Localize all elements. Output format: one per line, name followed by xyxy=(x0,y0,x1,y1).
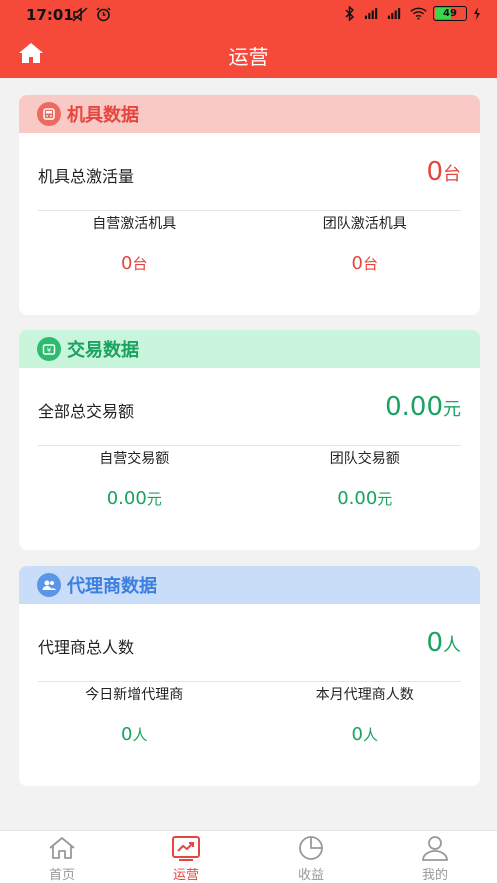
trade-total-row: 全部总交易额 0.00元 xyxy=(38,368,461,446)
signal-icon xyxy=(387,7,401,20)
home-icon xyxy=(49,837,75,859)
wallet-icon: ¥ xyxy=(37,337,61,361)
trend-chart-icon xyxy=(172,836,200,861)
bottom-tab-bar: 首页 运营 收益 我的 xyxy=(0,830,497,883)
tab-home[interactable]: 首页 xyxy=(0,831,124,883)
agent-total-label: 代理商总人数 xyxy=(38,638,135,657)
app-header: 运营 xyxy=(0,30,497,78)
tab-earnings[interactable]: 收益 xyxy=(249,831,373,883)
page-title: 运营 xyxy=(228,45,269,69)
status-bar: 17:01 49 xyxy=(0,0,497,30)
wifi-icon xyxy=(410,7,427,20)
self-activated-machines: 自营激活机具 0台 xyxy=(92,216,177,274)
tab-operations[interactable]: 运营 xyxy=(124,831,248,883)
alarm-icon xyxy=(96,7,111,22)
svg-text:¥: ¥ xyxy=(47,347,52,355)
today-new-agents: 今日新增代理商 0人 xyxy=(85,687,184,745)
tab-mine[interactable]: 我的 xyxy=(373,831,497,883)
status-time: 17:01 xyxy=(26,6,74,24)
trade-card-title: 交易数据 xyxy=(67,340,139,361)
machine-total-row: 机具总激活量 0台 xyxy=(38,133,461,211)
users-icon xyxy=(37,573,61,597)
signal-hd-icon xyxy=(364,7,378,20)
user-icon xyxy=(422,836,448,861)
pos-machine-icon xyxy=(37,102,61,126)
machine-total-label: 机具总激活量 xyxy=(38,167,135,186)
agent-data-card: 代理商数据 代理商总人数 0人 今日新增代理商 0人 本月代理商人数 0人 xyxy=(19,566,480,786)
machine-data-card: 机具数据 机具总激活量 0台 自营激活机具 0台 团队激活机具 0台 xyxy=(19,95,480,315)
agent-card-header: 代理商数据 xyxy=(19,566,480,604)
agent-card-title: 代理商数据 xyxy=(67,576,157,597)
team-activated-machines: 团队激活机具 0台 xyxy=(322,216,407,274)
self-trade-amount: 自营交易额 0.00元 xyxy=(99,451,170,509)
trade-card-header: ¥ 交易数据 xyxy=(19,330,480,368)
machine-total-value: 0台 xyxy=(426,157,461,187)
charging-icon xyxy=(474,7,480,20)
pie-chart-icon xyxy=(299,836,323,860)
trade-total-label: 全部总交易额 xyxy=(38,402,135,421)
machine-card-title: 机具数据 xyxy=(67,105,139,126)
machine-card-header: 机具数据 xyxy=(19,95,480,133)
mute-icon xyxy=(72,7,88,22)
month-agents-count: 本月代理商人数 0人 xyxy=(315,687,414,745)
agent-total-value: 0人 xyxy=(426,628,461,658)
bluetooth-icon xyxy=(345,6,355,21)
battery-indicator: 49 xyxy=(433,6,467,21)
agent-total-row: 代理商总人数 0人 xyxy=(38,604,461,682)
team-trade-amount: 团队交易额 0.00元 xyxy=(329,451,400,509)
trade-data-card: ¥ 交易数据 全部总交易额 0.00元 自营交易额 0.00元 团队交易额 0.… xyxy=(19,330,480,550)
trade-total-value: 0.00元 xyxy=(385,392,461,422)
